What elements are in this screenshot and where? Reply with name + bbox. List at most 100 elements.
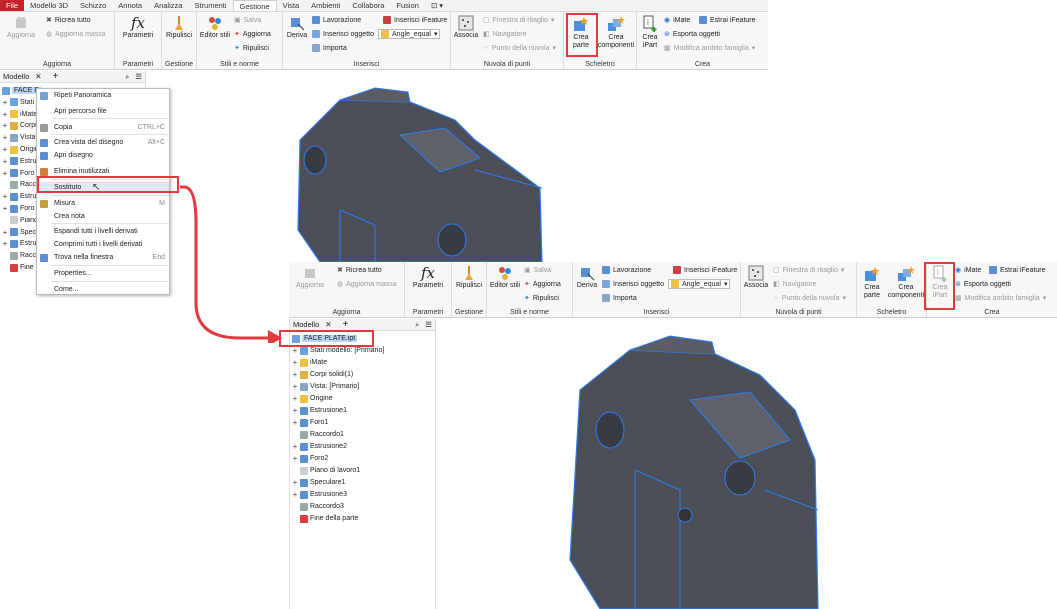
context-menu-item[interactable]: Copia CTRL+C	[37, 122, 169, 133]
context-menu-item[interactable]: Apri disegno	[37, 150, 169, 161]
modifica-ambito-button[interactable]: ▦ Modifica ambito famiglia ▾	[664, 44, 755, 53]
lavorazione-button[interactable]: Lavorazione	[602, 266, 651, 274]
context-menu-item[interactable]: Trova nella finestra End	[37, 252, 169, 263]
tree-item[interactable]: + Corpi	[2, 120, 37, 131]
menu-icon[interactable]: ☰	[422, 320, 435, 329]
tree-item[interactable]: + Speculare1	[292, 477, 346, 488]
deriva-button[interactable]: Deriva	[574, 265, 600, 290]
expand-icon[interactable]: +	[292, 442, 298, 451]
menu-tab-collabora[interactable]: Collabora	[346, 0, 390, 11]
add-tab-icon[interactable]: +	[335, 319, 357, 330]
navigatore-button[interactable]: ◧ Navigatore	[483, 30, 526, 39]
ripulisci-button[interactable]: Ripulisci	[453, 265, 485, 290]
aggiorna-massa-button[interactable]: ◍ Aggiorna massa	[46, 30, 106, 39]
importa-button[interactable]: Importa	[312, 44, 347, 52]
tree-item[interactable]: + Origine	[292, 393, 333, 404]
punto-nuvola-button[interactable]: ⁘ Punto della nuvola ▾	[483, 44, 556, 53]
menu-tab-annota[interactable]: Annota	[112, 0, 148, 11]
editor-stili-button[interactable]: Editor stili	[198, 15, 232, 40]
context-menu-item[interactable]: Crea nota	[37, 211, 169, 222]
crea-ipart-button[interactable]: i Crea iPart	[638, 15, 662, 50]
aggiorna-button[interactable]: Aggiorna	[4, 15, 38, 40]
expand-icon[interactable]: +	[2, 169, 8, 178]
tree-item[interactable]: Raccordo3	[292, 501, 344, 512]
expand-icon[interactable]: +	[2, 133, 8, 142]
parametri-button[interactable]: fx Parametri	[119, 15, 157, 40]
menu-tab-fusion[interactable]: Fusion	[390, 0, 425, 11]
tab-modello[interactable]: Modello	[290, 320, 322, 329]
deriva-button[interactable]: Deriva	[284, 15, 310, 40]
ricrea-tutto-button[interactable]: ✖ Ricrea tutto	[46, 16, 91, 25]
search-icon[interactable]: ⌕	[122, 72, 132, 82]
close-icon[interactable]: ✕	[322, 320, 334, 329]
ripulisci-stili-button[interactable]: ✦ Ripulisci	[524, 294, 559, 303]
context-menu-item[interactable]: Properties...	[37, 268, 169, 279]
add-tab-icon[interactable]: +	[45, 71, 67, 82]
menu-icon[interactable]: ☰	[132, 72, 145, 81]
expand-icon[interactable]: +	[292, 394, 298, 403]
menu-tab-modello-3d[interactable]: Modello 3D	[24, 0, 74, 11]
context-menu-item[interactable]: Come...	[37, 284, 169, 295]
expand-icon[interactable]: +	[2, 121, 8, 130]
context-menu-item[interactable]: Crea vista del disegno Alt+C	[37, 137, 169, 148]
aggiorna-button[interactable]: Aggiorna	[293, 265, 327, 290]
expand-icon[interactable]: +	[292, 490, 298, 499]
tree-item[interactable]: + Estrusione3	[292, 489, 347, 500]
context-menu-item[interactable]: Espandi tutti i livelli derivati	[37, 226, 169, 237]
esporta-oggetti-button[interactable]: ⊛ Esporta oggetti	[664, 30, 720, 39]
expand-icon[interactable]: +	[2, 145, 8, 154]
navigatore-button[interactable]: ◧ Navigatore	[773, 280, 816, 289]
expand-icon[interactable]: +	[292, 382, 298, 391]
ifeature-dropdown[interactable]: Angle_equal ▾	[668, 279, 731, 289]
ripulisci-stili-button[interactable]: ✦ Ripulisci	[234, 44, 269, 53]
tree-item[interactable]: + Vista	[2, 132, 36, 143]
crea-componenti-button[interactable]: Crea componenti	[597, 15, 635, 50]
tab-modello[interactable]: Modello	[0, 72, 32, 81]
tree-item[interactable]: Piano	[2, 215, 38, 226]
close-icon[interactable]: ✕	[32, 72, 44, 81]
context-menu-item[interactable]: Ripeti Panoramica	[37, 90, 169, 101]
tree-item[interactable]: Piano di lavoro1	[292, 465, 360, 476]
expand-icon[interactable]: +	[292, 346, 298, 355]
expand-icon[interactable]: +	[2, 228, 8, 237]
aggiorna-stili-button[interactable]: ✦ Aggiorna	[234, 30, 271, 39]
aggiorna-massa-button[interactable]: ◍ Aggiorna massa	[337, 280, 397, 289]
menu-tab-schizzo[interactable]: Schizzo	[74, 0, 112, 11]
expand-icon[interactable]: +	[2, 239, 8, 248]
associa-button[interactable]: Associa	[452, 15, 480, 40]
crea-componenti-button[interactable]: Crea componenti	[887, 265, 925, 300]
inserisci-oggetto-button[interactable]: Inserisci oggetto	[312, 30, 374, 38]
tree-item[interactable]: Raccordo1	[292, 429, 344, 440]
estrai-ifeature-button[interactable]: Estrai iFeature	[699, 16, 756, 24]
expand-icon[interactable]: +	[292, 478, 298, 487]
tree-item[interactable]: + iMate	[2, 109, 37, 120]
expand-icon[interactable]: +	[292, 370, 298, 379]
ripulisci-button[interactable]: Ripulisci	[163, 15, 195, 40]
tree-item[interactable]: Fine della parte	[292, 513, 358, 524]
finestra-ritaglio-button[interactable]: ▢ Finestra di ritaglio ▾	[483, 16, 554, 25]
estrai-ifeature-button[interactable]: Estrai iFeature	[989, 266, 1046, 274]
menu-tab-analizza[interactable]: Analizza	[148, 0, 188, 11]
tree-item[interactable]: + Foro1	[292, 417, 329, 428]
expand-icon[interactable]: +	[292, 358, 298, 367]
menu-tab-vista[interactable]: Vista	[277, 0, 306, 11]
expand-icon[interactable]: +	[292, 454, 298, 463]
menu-tab-file[interactable]: File	[0, 0, 25, 11]
tree-item[interactable]: + Foro	[2, 203, 35, 214]
parametri-button[interactable]: fx Parametri	[409, 265, 447, 290]
inserisci-oggetto-button[interactable]: Inserisci oggetto	[602, 280, 664, 288]
expand-icon[interactable]: +	[2, 204, 8, 213]
imate-button[interactable]: ◉ iMate	[955, 266, 981, 275]
expand-icon[interactable]: +	[292, 406, 298, 415]
tree-item[interactable]: + Foro2	[292, 453, 329, 464]
crea-parte-button[interactable]: Crea parte	[859, 265, 885, 300]
ifeature-dropdown[interactable]: Angle_equal ▾	[378, 29, 441, 39]
inserisci-ifeature-button[interactable]: Inserisci iFeature	[673, 266, 737, 274]
expand-icon[interactable]: +	[2, 157, 8, 166]
salva-button[interactable]: ▣ Salva	[234, 16, 261, 25]
menu-tab-gestione[interactable]: Gestione	[232, 0, 277, 11]
aggiorna-stili-button[interactable]: ✦ Aggiorna	[524, 280, 561, 289]
modifica-ambito-button[interactable]: ▦ Modifica ambito famiglia ▾	[955, 294, 1046, 303]
associa-button[interactable]: Associa	[742, 265, 770, 290]
tree-item[interactable]: + Stati	[2, 97, 34, 108]
